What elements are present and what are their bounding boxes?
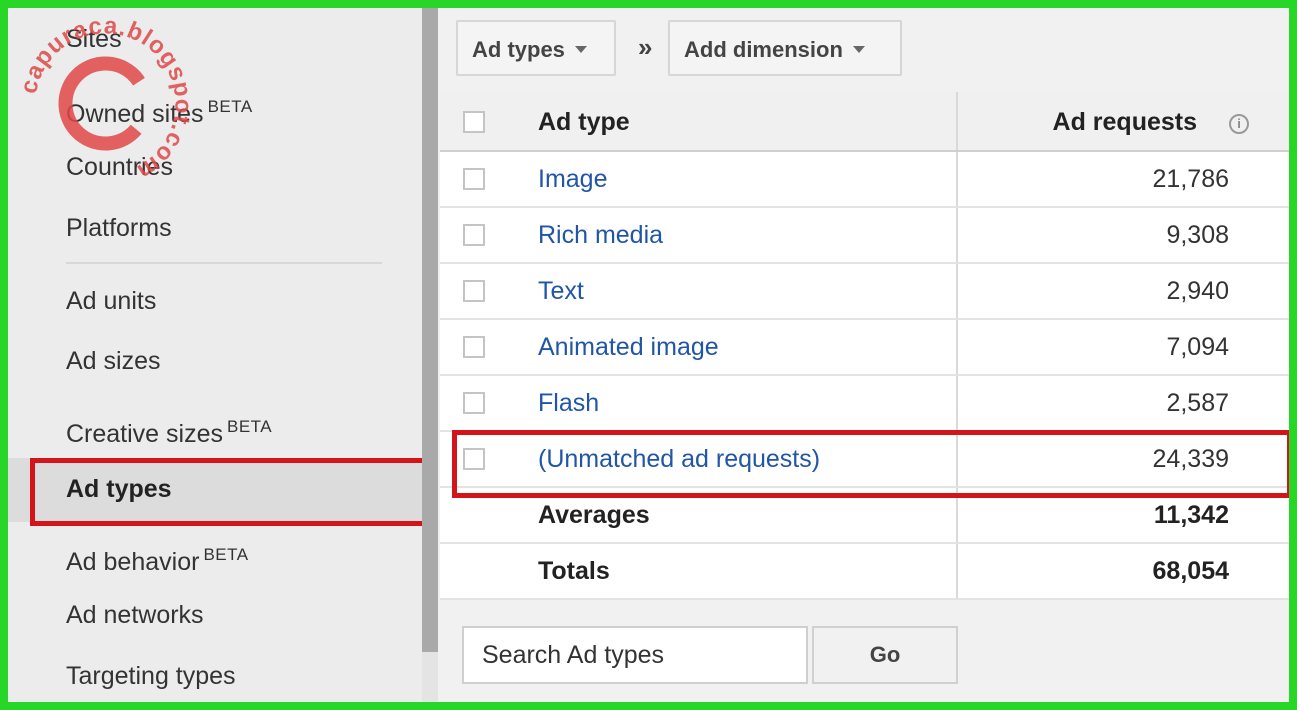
info-icon[interactable]: i	[1229, 114, 1249, 134]
column-divider	[956, 208, 958, 262]
screenshot-frame: Sites Owned sites BETA Countries Platform…	[8, 8, 1289, 702]
table-row: Animated image 7,094	[440, 320, 1289, 376]
row-checkbox[interactable]	[463, 168, 485, 190]
sidebar-item-label: Ad networks	[66, 601, 204, 629]
table-row: Rich media 9,308	[440, 208, 1289, 264]
row-ad-requests: 21,786	[1152, 165, 1229, 193]
table-row: Flash 2,587	[440, 376, 1289, 432]
sidebar-item-ad-networks[interactable]: Ad networks	[66, 598, 204, 632]
sidebar-scrollbar-thumb[interactable]	[422, 8, 438, 652]
column-divider	[956, 320, 958, 374]
row-ad-type-link[interactable]: (Unmatched ad requests)	[538, 445, 820, 474]
sidebar-item-targeting-types[interactable]: Targeting types	[66, 659, 236, 693]
add-dimension-dropdown[interactable]: Add dimension	[668, 20, 902, 76]
column-divider	[956, 152, 958, 206]
column-divider	[956, 92, 958, 150]
sidebar-item-ad-behavior[interactable]: Ad behavior BETA	[66, 538, 249, 576]
dimension-dropdown-label: Ad types	[472, 37, 565, 62]
column-header-ad-requests[interactable]: Ad requests	[1053, 108, 1197, 137]
column-divider	[956, 488, 958, 542]
sidebar-item-label: Targeting types	[66, 662, 236, 690]
sidebar-item-label: Creative sizes	[66, 420, 223, 448]
row-ad-requests: 9,308	[1166, 221, 1229, 249]
sidebar-item-ad-units[interactable]: Ad units	[66, 284, 156, 318]
column-header-ad-type[interactable]: Ad type	[538, 108, 630, 137]
column-divider	[956, 432, 958, 486]
sidebar-item-ad-sizes[interactable]: Ad sizes	[66, 344, 160, 378]
beta-badge: BETA	[207, 97, 253, 116]
table-row: Text 2,940	[440, 264, 1289, 320]
sidebar-divider	[66, 262, 382, 264]
table-row: Image 21,786	[440, 152, 1289, 208]
row-ad-type-link[interactable]: Flash	[538, 389, 599, 418]
breadcrumb-separator: »	[638, 32, 653, 62]
averages-label: Averages	[538, 501, 650, 529]
sidebar-item-label: Countries	[66, 153, 173, 181]
row-ad-requests: 2,940	[1166, 277, 1229, 305]
sidebar-item-sites[interactable]: Sites	[66, 22, 122, 56]
sidebar-item-label: Platforms	[66, 214, 172, 242]
dimension-dropdown[interactable]: Ad types	[456, 20, 616, 76]
table-row: (Unmatched ad requests) 24,339	[440, 432, 1289, 488]
sidebar-item-countries[interactable]: Countries	[66, 150, 173, 184]
table-row-averages: Averages 11,342	[440, 488, 1289, 544]
row-ad-requests: 24,339	[1152, 445, 1229, 473]
sidebar-item-label: Ad behavior	[66, 548, 200, 576]
totals-label: Totals	[538, 557, 610, 585]
row-ad-type-link[interactable]: Image	[538, 165, 607, 194]
sidebar-item-owned-sites[interactable]: Owned sites BETA	[66, 90, 253, 128]
sidebar: Sites Owned sites BETA Countries Platform…	[8, 8, 428, 702]
main-panel: Ad types » Add dimension Ad type Ad requ…	[440, 8, 1289, 702]
row-checkbox[interactable]	[463, 336, 485, 358]
row-ad-requests: 7,094	[1166, 333, 1229, 361]
chevron-down-icon	[852, 46, 865, 53]
row-ad-type-link[interactable]: Animated image	[538, 333, 719, 362]
table-row-totals: Totals 68,054	[440, 544, 1289, 600]
beta-badge: BETA	[203, 545, 249, 564]
go-button[interactable]: Go	[812, 626, 958, 684]
sidebar-item-label: Ad units	[66, 287, 157, 315]
report-table: Ad type Ad requests i Image 21,786 Rich …	[440, 92, 1289, 602]
averages-value: 11,342	[1153, 501, 1229, 529]
row-ad-type-link[interactable]: Rich media	[538, 221, 663, 250]
beta-badge: BETA	[227, 417, 273, 436]
column-divider	[956, 264, 958, 318]
totals-value: 68,054	[1152, 557, 1229, 585]
row-checkbox[interactable]	[463, 280, 485, 302]
table-header-row: Ad type Ad requests i	[440, 92, 1289, 152]
sidebar-item-label: Owned sites	[66, 100, 204, 128]
sidebar-item-platforms[interactable]: Platforms	[66, 211, 172, 245]
row-checkbox[interactable]	[463, 224, 485, 246]
chevron-down-icon	[574, 46, 587, 53]
row-checkbox[interactable]	[463, 448, 485, 470]
row-ad-type-link[interactable]: Text	[538, 277, 584, 306]
add-dimension-label: Add dimension	[684, 37, 843, 62]
select-all-checkbox[interactable]	[463, 111, 485, 133]
sidebar-item-label: Sites	[66, 25, 122, 53]
column-divider	[956, 544, 958, 598]
row-ad-requests: 2,587	[1166, 389, 1229, 417]
row-checkbox[interactable]	[463, 392, 485, 414]
column-divider	[956, 376, 958, 430]
sidebar-item-label: Ad sizes	[66, 347, 161, 375]
sidebar-item-creative-sizes[interactable]: Creative sizes BETA	[66, 410, 273, 448]
highlight-box-sidebar	[30, 458, 428, 526]
search-input[interactable]	[462, 626, 808, 684]
